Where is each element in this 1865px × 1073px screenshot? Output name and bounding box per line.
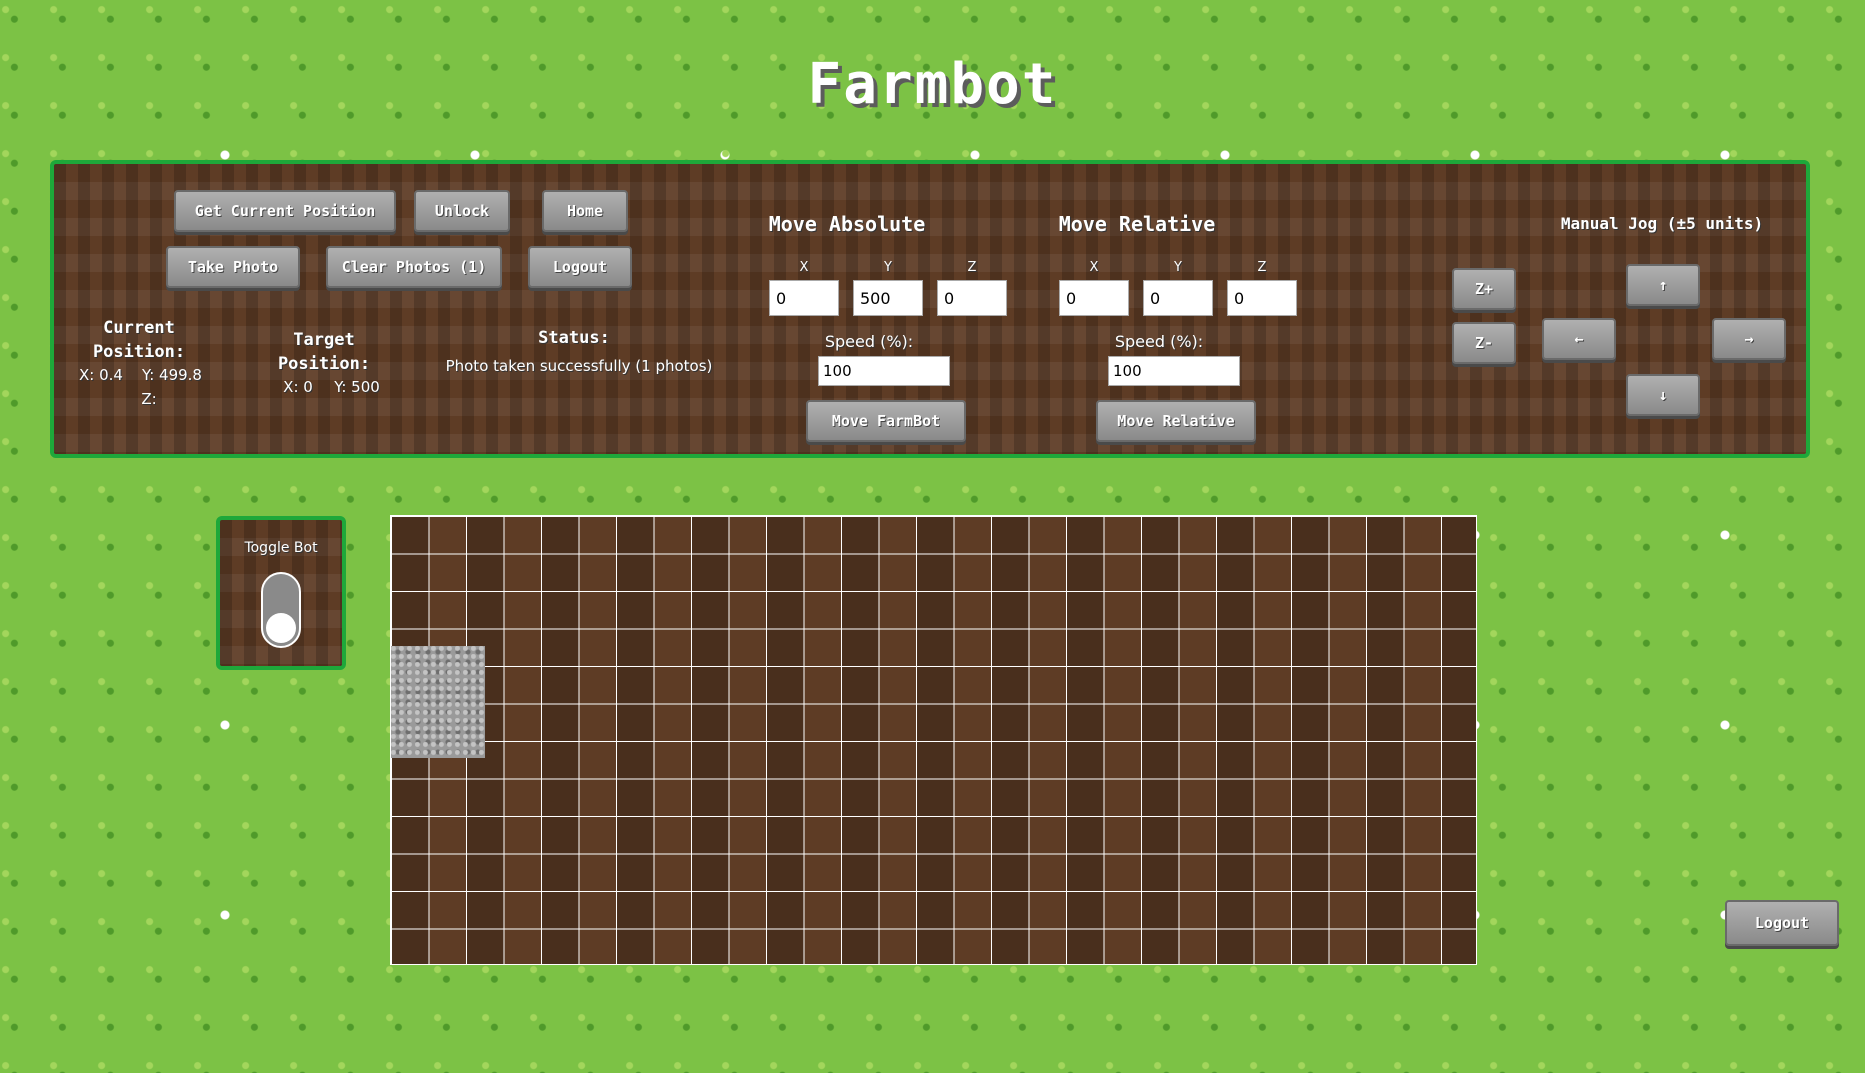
current-position-label: Current Position:	[92, 318, 186, 362]
target-x-value: X: 0	[283, 378, 313, 396]
current-x-value: X: 0.4	[79, 366, 123, 384]
abs-x-input[interactable]	[769, 280, 839, 316]
rel-y-label: Y	[1174, 260, 1182, 275]
logout-button[interactable]: Logout	[1725, 900, 1839, 946]
arrow-right-icon: →	[1744, 330, 1754, 348]
clear-photos-button[interactable]: Clear Photos (1)	[326, 246, 502, 288]
captured-photo[interactable]	[391, 646, 485, 758]
current-z-value: Z:	[141, 390, 157, 408]
abs-y-label: Y	[884, 260, 892, 275]
abs-speed-input[interactable]	[818, 356, 950, 386]
get-current-position-button[interactable]: Get Current Position	[174, 190, 396, 232]
toggle-knob	[266, 613, 296, 643]
jog-z-minus-button[interactable]: Z-	[1452, 322, 1516, 364]
move-absolute-title: Move Absolute	[768, 212, 926, 236]
current-y-value: Y: 499.8	[142, 366, 202, 384]
move-farmbot-button[interactable]: Move FarmBot	[806, 400, 966, 442]
manual-jog-title: Manual Jog (±5 units)	[1560, 214, 1764, 233]
toggle-bot-label: Toggle Bot	[244, 540, 318, 556]
arrow-up-icon: ↑	[1658, 276, 1668, 294]
abs-z-input[interactable]	[937, 280, 1007, 316]
jog-up-button[interactable]: ↑	[1626, 264, 1700, 306]
target-position-label: Target Position:	[277, 330, 371, 374]
jog-right-button[interactable]: →	[1712, 318, 1786, 360]
abs-y-input[interactable]	[853, 280, 923, 316]
home-button[interactable]: Home	[542, 190, 628, 232]
abs-z-label: Z	[967, 260, 977, 275]
logout-button-top[interactable]: Logout	[528, 246, 632, 288]
target-y-value: Y: 500	[334, 378, 380, 396]
rel-speed-input[interactable]	[1108, 356, 1240, 386]
rel-z-label: Z	[1257, 260, 1267, 275]
move-relative-button[interactable]: Move Relative	[1096, 400, 1256, 442]
take-photo-button[interactable]: Take Photo	[166, 246, 300, 288]
abs-x-label: X	[799, 260, 809, 275]
page-title: Farmbot	[807, 52, 1058, 117]
arrow-down-icon: ↓	[1658, 386, 1668, 404]
garden-grid[interactable]	[390, 515, 1477, 965]
rel-y-input[interactable]	[1143, 280, 1213, 316]
arrow-left-icon: ←	[1574, 330, 1584, 348]
status-text: Photo taken successfully (1 photos)	[445, 357, 713, 375]
rel-x-label: X	[1089, 260, 1099, 275]
jog-z-plus-button[interactable]: Z+	[1452, 268, 1516, 310]
toggle-bot-panel: Toggle Bot	[216, 516, 346, 670]
move-relative-title: Move Relative	[1058, 212, 1216, 236]
rel-x-input[interactable]	[1059, 280, 1129, 316]
abs-speed-label: Speed (%):	[824, 332, 914, 351]
toggle-bot-switch[interactable]	[261, 572, 301, 648]
control-panel: Get Current Position Unlock Home Take Ph…	[50, 160, 1810, 458]
jog-down-button[interactable]: ↓	[1626, 374, 1700, 416]
unlock-button[interactable]: Unlock	[414, 190, 510, 232]
jog-left-button[interactable]: ←	[1542, 318, 1616, 360]
rel-z-input[interactable]	[1227, 280, 1297, 316]
status-label: Status:	[538, 328, 610, 348]
rel-speed-label: Speed (%):	[1114, 332, 1204, 351]
